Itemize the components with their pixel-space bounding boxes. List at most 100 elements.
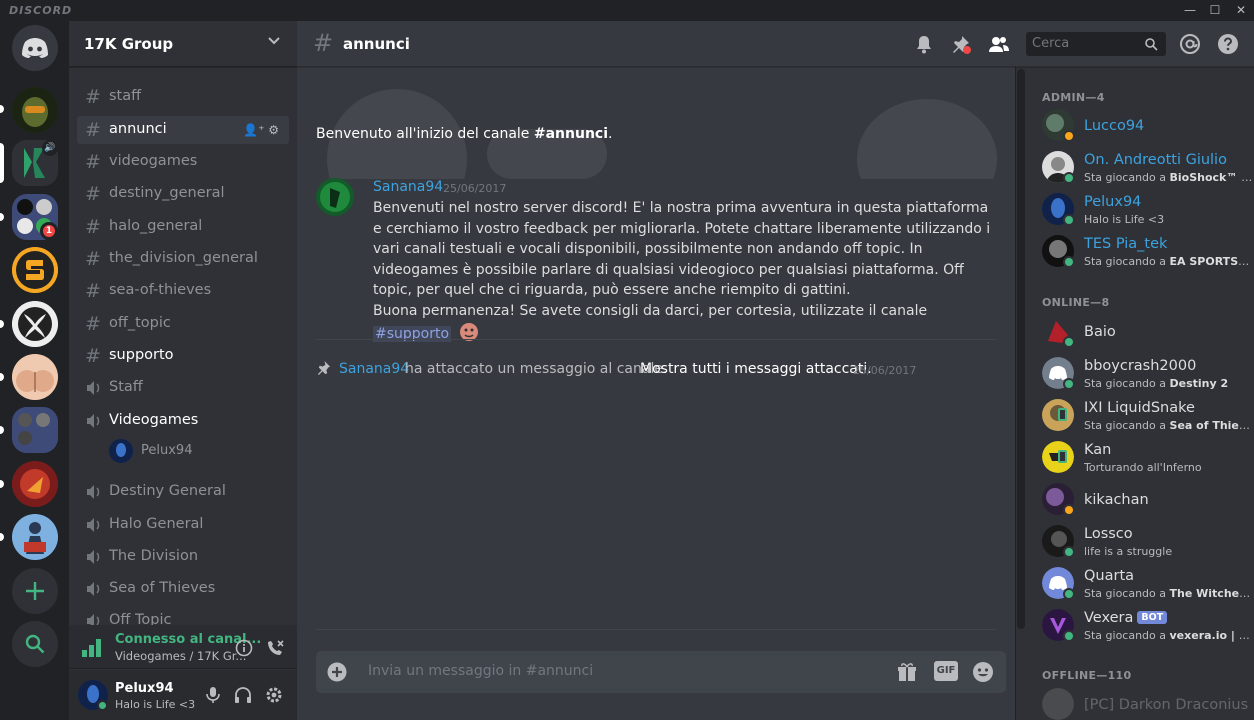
channel-welcome: Benvenuto all'inizio del canale #annunci… — [316, 126, 612, 142]
guild-folder-2[interactable] — [12, 407, 58, 453]
guild-xbox[interactable] — [12, 301, 58, 347]
member-bboycrash2000[interactable]: bboycrash2000 Sta giocando a Destiny 2 — [1042, 353, 1252, 393]
add-server-button[interactable] — [12, 568, 58, 614]
hash-icon: # — [85, 345, 101, 367]
voice-channel-the-division[interactable]: The Division — [77, 543, 289, 571]
member-vexera[interactable]: VexeraBOT Sta giocando a vexera.io | +he… — [1042, 605, 1254, 645]
hash-icon: # — [85, 313, 101, 335]
member-ixi-liquidsnake[interactable]: IXI LiquidSnake Sta giocando a Sea of Th… — [1042, 395, 1254, 435]
channel-annunci[interactable]: # annunci 👤⁺ ⚙ — [77, 116, 289, 144]
unread-pill — [0, 426, 4, 434]
gift-icon[interactable] — [896, 661, 918, 683]
invite-icon[interactable]: 👤⁺ — [243, 123, 264, 137]
speaker-icon — [87, 582, 100, 596]
voice-channel-destiny-general[interactable]: Destiny General — [77, 478, 289, 506]
message-text: Benvenuti nel nostro server discord! E' … — [373, 200, 991, 299]
pinned-messages-link[interactable]: Mostra tutti i messaggi attaccati. — [640, 361, 872, 377]
activity-game: The Witcher 3: ... — [1169, 587, 1254, 600]
member-kikachan[interactable]: kikachan — [1042, 479, 1252, 519]
channel-label: supporto — [109, 347, 174, 363]
gif-button[interactable]: GIF — [934, 661, 958, 681]
info-icon[interactable] — [235, 639, 253, 657]
channel-off-topic[interactable]: # off_topic — [77, 310, 289, 338]
settings-gear-icon[interactable] — [264, 685, 284, 705]
member-darkon-draconius[interactable]: [PC] Darkon Draconius — [1042, 684, 1252, 720]
member-on-andreotti-giulio[interactable]: On. Andreotti Giulio Sta giocando a BioS… — [1042, 147, 1254, 187]
voice-channel-staff[interactable]: Staff — [77, 374, 289, 402]
server-header[interactable]: 17K Group — [69, 21, 297, 67]
channel-staff[interactable]: # staff — [77, 83, 289, 111]
member-lossco[interactable]: Lossco life is a struggle — [1042, 521, 1252, 561]
member-lucco94[interactable]: Lucco94 — [1042, 105, 1252, 145]
member-activity: Sta giocando a The Witcher 3: ... — [1084, 587, 1254, 600]
maximize-icon[interactable]: ☐ — [1205, 2, 1225, 19]
guild-s[interactable] — [12, 247, 58, 293]
member-name: [PC] Darkon Draconius — [1084, 697, 1249, 713]
member-name: Quarta — [1084, 568, 1135, 584]
guild-aot-wiki[interactable] — [12, 514, 58, 560]
unread-pill — [0, 213, 4, 221]
chat-scrollbar[interactable] — [1016, 67, 1026, 720]
channel-sea-of-thieves[interactable]: # sea-of-thieves — [77, 277, 289, 305]
voice-channel-off-topic[interactable]: Off Topic — [77, 607, 289, 625]
pinned-messages-icon[interactable] — [950, 33, 972, 55]
voice-channel-name[interactable]: Videogames / 17K Gr... — [115, 649, 246, 663]
message-text-2: Buona permanenza! Se avete consigli da d… — [373, 302, 928, 319]
pin-author[interactable]: Sanana94 — [339, 361, 409, 377]
member-list-icon[interactable] — [988, 33, 1010, 55]
guild-peach[interactable] — [12, 354, 58, 400]
member-baio[interactable]: Baio — [1042, 311, 1252, 351]
member-name: Vexera BOT — [1084, 610, 1168, 626]
admin-category: ADMIN—4 — [1042, 91, 1105, 104]
search-input[interactable]: Cerca — [1026, 32, 1166, 56]
welcome-illustration — [327, 89, 997, 179]
close-icon[interactable]: ✕ — [1231, 2, 1251, 19]
microphone-icon[interactable] — [203, 685, 223, 705]
home-button[interactable] — [12, 25, 58, 71]
channel-label: videogames — [109, 153, 198, 169]
online-category: ONLINE—8 — [1042, 296, 1110, 309]
upload-plus-icon[interactable] — [327, 662, 347, 682]
channel-destiny-general[interactable]: # destiny_general — [77, 180, 289, 208]
scroll-thumb[interactable] — [1017, 69, 1025, 629]
voice-channel-halo-general[interactable]: Halo General — [77, 511, 289, 539]
channel-halo-general[interactable]: # halo_general — [77, 213, 289, 241]
member-name: bboycrash2000 — [1084, 358, 1197, 374]
member-name: Lucco94 — [1084, 118, 1145, 134]
channel-videogames[interactable]: # videogames — [77, 148, 289, 176]
channel-the-division-general[interactable]: # the_division_general — [77, 245, 289, 273]
current-username: Pelux94 — [115, 681, 174, 696]
mobile-status-icon — [1058, 408, 1067, 421]
member-tes-pia-tek[interactable]: TES Pia_tek Sta giocando a EA SPORTS™ F.… — [1042, 231, 1254, 271]
mentions-at-icon[interactable] — [1179, 33, 1201, 55]
gear-icon[interactable]: ⚙ — [268, 123, 279, 137]
disconnect-icon[interactable] — [265, 638, 285, 658]
message-composer[interactable]: Invia un messaggio in #annunci GIF — [316, 651, 1006, 693]
user-panel: Pelux94 Halo is Life <3 — [69, 670, 297, 720]
chat-area: Benvenuto all'inizio del canale #annunci… — [297, 21, 1015, 720]
help-icon[interactable] — [1217, 33, 1239, 55]
headphones-icon[interactable] — [233, 685, 253, 705]
member-pelux94[interactable]: Pelux94 Halo is Life <3 — [1042, 189, 1252, 229]
guild-red[interactable] — [12, 461, 58, 507]
avatar[interactable] — [316, 178, 354, 216]
message-input[interactable]: Invia un messaggio in #annunci — [368, 663, 593, 679]
channel-label: sea-of-thieves — [109, 282, 212, 298]
message-body: Benvenuti nel nostro server discord! E' … — [373, 198, 993, 344]
voice-channel-sea-of-thieves[interactable]: Sea of Thieves — [77, 575, 289, 603]
member-quarta[interactable]: Quarta Sta giocando a The Witcher 3: ... — [1042, 563, 1254, 603]
server-discovery-button[interactable] — [12, 621, 58, 667]
bell-icon[interactable] — [913, 33, 935, 55]
hash-icon: # — [85, 119, 101, 141]
online-status-dot — [1063, 378, 1075, 390]
member-kan[interactable]: Kan Torturando all'Inferno — [1042, 437, 1252, 477]
channel-supporto[interactable]: # supporto — [77, 342, 289, 370]
guild-halo[interactable] — [12, 87, 58, 133]
minimize-icon[interactable]: — — [1180, 2, 1200, 19]
member-list: ADMIN—4 Lucco94 On. Andreotti Giulio Sta… — [1026, 67, 1254, 720]
emoji-picker-icon[interactable] — [972, 661, 994, 683]
channel-label: destiny_general — [109, 185, 225, 201]
message-author[interactable]: Sanana94 — [373, 179, 443, 195]
voice-channel-videogames[interactable]: Videogames — [77, 407, 289, 435]
online-status-dot — [1063, 630, 1075, 642]
